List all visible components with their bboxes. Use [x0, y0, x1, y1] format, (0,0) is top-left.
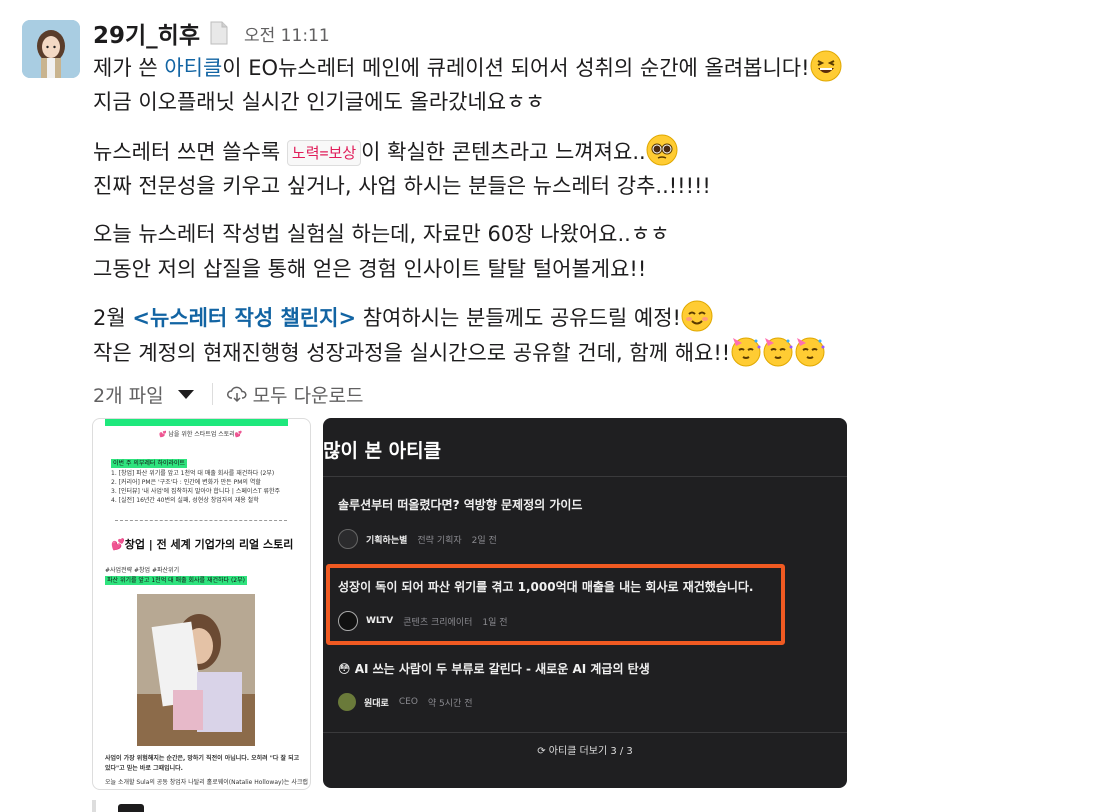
next-message-avatar	[118, 804, 144, 812]
refresh-icon: ⟳	[537, 746, 549, 757]
file-thumbnail-newsletter[interactable]: 💕 남을 위한 스타트업 스토리💕 이번 주 의부레터 하이라이트 1. [창업…	[92, 418, 311, 790]
article-title[interactable]: 😳 AI 쓰는 사람이 두 부류로 갈린다 - 새로운 AI 계급의 탄생	[338, 660, 650, 677]
divider	[323, 732, 847, 733]
thumb-bullet: 2. [커리어] PM은 '구조'다 : 인간에 변화가 만든 PM의 역할	[111, 479, 261, 486]
message-body: 오늘 뉴스레터 작성법 실험실 하는데, 자료만 60장 나왔어요..ㅎㅎ 그동…	[93, 217, 1106, 287]
message-text: 그동안 저의 삽질을 통해 얻은 경험 인사이트 탈탈 털어볼게요!!	[93, 257, 647, 281]
message-body: 2월 <뉴스레터 작성 챌린지> 참여하시는 분들께도 공유드릴 예정! 작은 …	[93, 300, 1106, 370]
message-line: 그동안 저의 삽질을 통해 얻은 경험 인사이트 탈탈 털어볼게요!!	[93, 252, 1106, 287]
article-time: 1일 전	[482, 617, 508, 628]
thumb-bullet: 3. [인터뷰] '내 사업'에 집착하지 말아야 합니다 | 스페이스T 류한…	[111, 488, 281, 495]
message-text: 오늘 뉴스레터 작성법 실험실 하는데, 자료만 60장 나왔어요..ㅎㅎ	[93, 222, 670, 246]
thumb-highlight: 파산 위기를 앞고 1천억 대 매출 회사를 재건하다 (2부)	[105, 576, 247, 585]
message-body: 뉴스레터 쓰면 쓸수록 노력=보상 이 확실한 콘텐츠라고 느껴져요.. 진짜 전…	[93, 134, 1106, 204]
thumb-footer-text: 사업이 가장 위험해지는 순간은, 망하기 직전이 아닙니다. 오히려 "다 잘…	[105, 755, 300, 762]
message-header: 29기_히후 오전 11:11	[93, 16, 330, 50]
article-meta: 원대로 CEO 약 5시간 전	[338, 693, 472, 711]
more-articles-button[interactable]: ⟳ 아티클 더보기 3 / 3	[323, 742, 847, 757]
article-link[interactable]: 아티클	[164, 56, 222, 80]
more-articles-label: 아티클 더보기 3 / 3	[548, 746, 633, 757]
message-body: 제가 쓴 아티클이 EO뉴스레터 메인에 큐레이션 되어서 성취의 순간에 올려…	[93, 50, 1106, 120]
thumb-bullet: 4. [실전] 16년간 40번의 실패, 성현상 창업자의 재용 철학	[111, 497, 259, 504]
message-line: 진짜 전문성을 키우고 싶거나, 사업 하시는 분들은 뉴스레터 강추..!!!…	[93, 169, 1106, 204]
page-document-icon	[208, 21, 230, 45]
thumb-section-highlight: 이번 주 의부레터 하이라이트	[111, 459, 187, 468]
message-line: 작은 계정의 현재진행형 성장과정을 실시간으로 공유할 건데, 함께 해요!!	[93, 335, 1106, 370]
article-author: WLTV	[366, 616, 394, 626]
inline-code: 노력=보상	[286, 140, 362, 166]
message-line: 뉴스레터 쓰면 쓸수록 노력=보상 이 확실한 콘텐츠라고 느껴져요..	[93, 134, 1106, 169]
partying-face-icon	[794, 335, 826, 367]
message-text: 이 EO뉴스레터 메인에 큐레이션 되어서 성취의 순간에 올려봅니다!	[222, 56, 810, 80]
message-line: 2월 <뉴스레터 작성 챌린지> 참여하시는 분들께도 공유드릴 예정!	[93, 300, 1106, 335]
article-meta: WLTV 콘텐츠 크리에이터 1일 전	[338, 611, 508, 631]
divider	[323, 476, 847, 477]
author-avatar	[338, 693, 356, 711]
thread-indicator	[92, 800, 96, 812]
thumb-title: 많이 본 아티클	[323, 440, 442, 462]
message-text: 작은 계정의 현재진행형 성장과정을 실시간으로 공유할 건데, 함께 해요!!	[93, 341, 731, 365]
thumb-footer-text: 오늘 소개할 Sula의 공동 창업자 나탈리 홀로웨이(Natalie Hol…	[105, 779, 308, 786]
message-line: 제가 쓴 아티클이 EO뉴스레터 메인에 큐레이션 되어서 성취의 순간에 올려…	[93, 50, 1106, 85]
smiling-face-icon	[681, 300, 713, 332]
file-thumbnail-popular-articles[interactable]: 많이 본 아티클 솔루션부터 떠올렸다면? 역방향 문제정의 가이드 기획하는별…	[323, 418, 847, 788]
thumb-header: 💕 남을 위한 스타트업 스토리💕	[159, 431, 243, 438]
dashed-divider	[115, 520, 287, 521]
thumb-footer-text: 있다"고 믿는 바로 그때입니다.	[105, 765, 183, 772]
message-text: 이 확실한 콘텐츠라고 느껴져요..	[361, 140, 646, 164]
article-role: 콘텐츠 크리에이터	[403, 617, 473, 628]
article-role: CEO	[398, 697, 418, 707]
grinning-squinting-face-icon	[810, 50, 842, 82]
files-bar: 2개 파일 모두 다운로드	[93, 380, 364, 408]
partying-face-icon	[730, 335, 762, 367]
thumb-photo	[137, 594, 255, 746]
article-time: 약 5시간 전	[427, 698, 473, 709]
partying-face-icon	[762, 335, 794, 367]
file-count[interactable]: 2개 파일	[93, 381, 164, 408]
article-author: 원대로	[364, 698, 389, 709]
challenge-link[interactable]: <뉴스레터 작성 챌린지>	[132, 306, 356, 330]
author-name[interactable]: 29기_히후	[93, 16, 200, 50]
message-text: 뉴스레터 쓰면 쓸수록	[93, 140, 287, 164]
download-all-button[interactable]: 모두 다운로드	[226, 381, 364, 408]
thumb-title: 💕창업 | 전 세계 기업가의 리얼 스토리	[111, 538, 294, 551]
message-text: 지금 이오플래닛 실시간 인기글에도 올라갔네요ㅎㅎ	[93, 90, 545, 114]
article-title[interactable]: 성장이 독이 되어 파산 위기를 겪고 1,000억대 매출을 내는 회사로 재…	[338, 578, 754, 595]
cloud-download-icon	[226, 386, 247, 403]
green-bar	[105, 419, 288, 426]
message-timestamp[interactable]: 오전 11:11	[244, 21, 330, 46]
message-line: 오늘 뉴스레터 작성법 실험실 하는데, 자료만 60장 나왔어요..ㅎㅎ	[93, 217, 1106, 252]
user-avatar[interactable]	[22, 20, 80, 78]
author-avatar	[338, 529, 358, 549]
message-text: 제가 쓴	[93, 56, 165, 80]
thumb-tags: #사업전략 #창업 #파산위기	[105, 567, 180, 574]
message-text: 2월	[93, 306, 133, 330]
chevron-down-icon[interactable]	[177, 389, 194, 399]
article-title[interactable]: 솔루션부터 떠올렸다면? 역방향 문제정의 가이드	[338, 496, 582, 513]
message-line: 지금 이오플래닛 실시간 인기글에도 올라갔네요ㅎㅎ	[93, 85, 1106, 120]
message-text: 진짜 전문성을 키우고 싶거나, 사업 하시는 분들은 뉴스레터 강추..!!!…	[93, 174, 711, 198]
download-all-label: 모두 다운로드	[252, 384, 364, 407]
message-text: 참여하시는 분들께도 공유드릴 예정!	[356, 306, 681, 330]
pleading-face-icon	[646, 134, 678, 166]
highlight-box	[326, 564, 785, 645]
divider	[211, 383, 213, 405]
article-role: 전략 기획자	[417, 535, 462, 546]
thumb-bullet: 1. [창업] 파산 위기를 앞고 1천억 대 매출 회사를 재건하다 (2부)	[111, 470, 275, 477]
article-author: 기획하는별	[366, 535, 408, 546]
article-time: 2일 전	[471, 535, 497, 546]
author-avatar	[338, 611, 358, 631]
article-meta: 기획하는별 전략 기획자 2일 전	[338, 529, 497, 549]
